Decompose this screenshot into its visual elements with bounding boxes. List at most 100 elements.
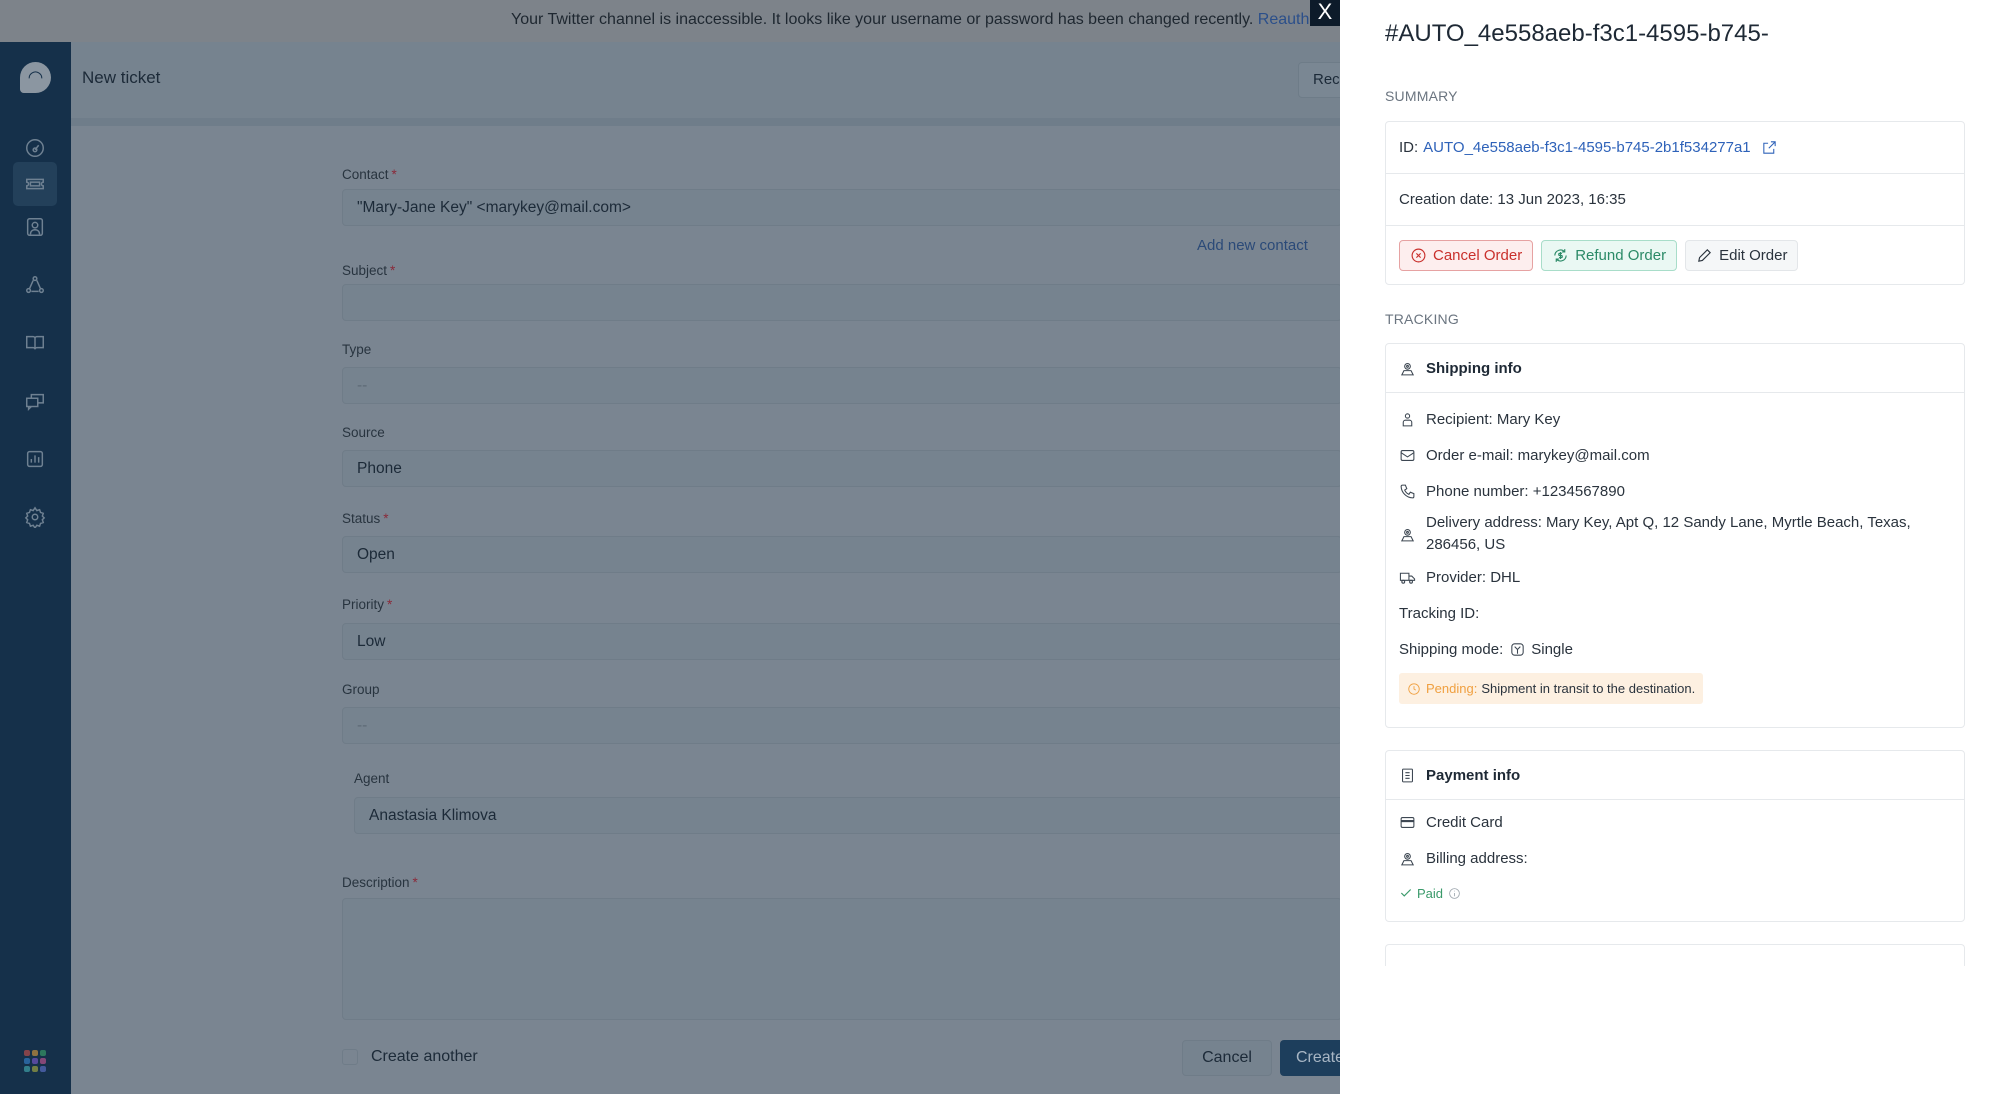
source-label: Source bbox=[342, 425, 385, 440]
tracking-id-row: Tracking ID: bbox=[1399, 604, 1480, 622]
create-button[interactable]: Create bbox=[1280, 1040, 1340, 1076]
order-actions: Cancel Order Refund Order Edit Order bbox=[1386, 226, 1964, 284]
payment-info-header: Payment info bbox=[1386, 751, 1964, 800]
apps-grid-icon[interactable] bbox=[24, 1050, 46, 1072]
location-person-icon bbox=[1400, 528, 1415, 541]
apps-dot bbox=[40, 1050, 46, 1056]
source-select[interactable]: Phone bbox=[342, 450, 1342, 487]
subject-label: Subject * bbox=[342, 263, 396, 278]
add-new-contact-link[interactable]: Add new contact bbox=[1197, 237, 1308, 254]
notification-banner: Your Twitter channel is inaccessible. It… bbox=[0, 0, 1340, 42]
recipient-row: Recipient: Mary Key bbox=[1386, 401, 1964, 437]
status-select[interactable]: Open bbox=[342, 536, 1342, 573]
chat-icon bbox=[26, 393, 44, 412]
create-another-label: Create another bbox=[371, 1048, 478, 1065]
group-select[interactable]: -- bbox=[342, 707, 1342, 744]
apps-dot bbox=[32, 1058, 38, 1064]
cancel-order-button[interactable]: Cancel Order bbox=[1399, 239, 1534, 271]
apps-dot bbox=[24, 1050, 30, 1056]
type-label: Type bbox=[342, 342, 372, 357]
banner-message: Your Twitter channel is inaccessible. It… bbox=[511, 11, 1254, 28]
contact-field[interactable]: "Mary-Jane Key" <marykey@mail.com> bbox=[342, 189, 1342, 226]
shipping-info-card: Shipping info Recipient: Mary Key Order … bbox=[1385, 343, 1965, 728]
location-person-icon bbox=[1400, 852, 1415, 865]
credit-card-icon bbox=[1400, 816, 1415, 828]
paid-status: Paid bbox=[1386, 876, 1964, 910]
email-row: Order e-mail: marykey@mail.com bbox=[1386, 437, 1964, 473]
priority-select[interactable]: Low bbox=[342, 623, 1342, 660]
summary-heading: SUMMARY bbox=[1385, 88, 1458, 104]
gauge-icon bbox=[26, 139, 44, 157]
sidebar-item-groups[interactable] bbox=[13, 263, 57, 307]
status-label: Status * bbox=[342, 511, 389, 526]
description-textarea[interactable] bbox=[342, 898, 1342, 1020]
payment-method-row: Credit Card bbox=[1386, 804, 1964, 840]
mail-icon bbox=[1400, 449, 1415, 461]
clock-icon bbox=[1408, 682, 1420, 695]
phone-row: Phone number: +1234567890 bbox=[1386, 473, 1964, 509]
receipt-icon bbox=[1402, 768, 1413, 782]
phone-icon bbox=[1400, 484, 1415, 498]
panel-footer bbox=[1340, 966, 2000, 1094]
truck-icon bbox=[1399, 572, 1416, 584]
sidebar-item-contacts[interactable] bbox=[13, 205, 57, 249]
summary-card: ID: AUTO_4e558aeb-f3c1-4595-b745-2b1f534… bbox=[1385, 121, 1965, 285]
apps-dot bbox=[32, 1066, 38, 1072]
edit-order-button[interactable]: Edit Order bbox=[1685, 239, 1799, 271]
person-icon bbox=[1402, 412, 1413, 426]
headset-icon[interactable]: ◠ bbox=[20, 62, 51, 93]
package-icon bbox=[1511, 642, 1524, 656]
page-title: New ticket bbox=[82, 68, 161, 87]
ticket-icon bbox=[26, 178, 44, 190]
apps-dot bbox=[24, 1058, 30, 1064]
tracking-heading: TRACKING bbox=[1385, 311, 1459, 327]
refund-icon bbox=[1554, 248, 1567, 262]
book-icon bbox=[26, 335, 44, 350]
sidebar-item-reports[interactable] bbox=[13, 437, 57, 481]
sidebar: ◠ bbox=[0, 42, 71, 1094]
sidebar-item-conversations[interactable] bbox=[13, 379, 57, 423]
apps-dot bbox=[24, 1066, 30, 1072]
shipping-info-header: Shipping info bbox=[1386, 344, 1964, 393]
contact-label: Contact * bbox=[342, 167, 397, 182]
sidebar-item-knowledge-base[interactable] bbox=[13, 321, 57, 365]
delivery-address-row: Delivery address: Mary Key, Apt Q, 12 Sa… bbox=[1386, 509, 1964, 559]
contact-icon bbox=[26, 218, 44, 236]
payment-info-card: Payment info Credit Card Billing address… bbox=[1385, 750, 1965, 922]
sidebar-item-tickets[interactable] bbox=[13, 162, 57, 206]
description-label: Description * bbox=[342, 875, 418, 890]
apps-dot bbox=[32, 1050, 38, 1056]
subject-field[interactable] bbox=[342, 284, 1342, 321]
creation-date: Creation date: 13 Jun 2023, 16:35 bbox=[1386, 174, 1964, 226]
cancel-circle-icon bbox=[1411, 248, 1426, 262]
type-select[interactable]: -- bbox=[342, 367, 1342, 404]
apps-dot bbox=[40, 1066, 46, 1072]
gear-icon bbox=[24, 506, 46, 528]
network-icon bbox=[26, 276, 44, 294]
order-details-panel: #AUTO_4e558aeb-f3c1-4595-b745- SUMMARY I… bbox=[1340, 0, 2000, 1094]
billing-address-row: Billing address: bbox=[1386, 840, 1964, 876]
panel-title: #AUTO_4e558aeb-f3c1-4595-b745- bbox=[1385, 20, 1769, 47]
priority-label: Priority * bbox=[342, 597, 393, 612]
order-id-link[interactable]: AUTO_4e558aeb-f3c1-4595-b745-2b1f534277a… bbox=[1423, 139, 1750, 156]
pencil-icon bbox=[1698, 248, 1712, 262]
agent-label: Agent bbox=[354, 771, 390, 786]
close-icon[interactable]: X bbox=[1310, 0, 1340, 26]
shipment-status-badge: Pending: Shipment in transit to the desti… bbox=[1399, 673, 1704, 704]
provider-row: Provider: DHL bbox=[1386, 559, 1964, 595]
location-person-icon bbox=[1400, 362, 1415, 375]
check-icon bbox=[1400, 889, 1412, 897]
chart-icon bbox=[26, 450, 44, 468]
agent-select[interactable]: Anastasia Klimova bbox=[354, 797, 1354, 834]
create-another-checkbox[interactable] bbox=[342, 1049, 358, 1065]
apps-dot bbox=[40, 1058, 46, 1064]
id-label: ID: bbox=[1399, 139, 1419, 156]
external-link-icon[interactable] bbox=[1761, 139, 1778, 156]
info-icon[interactable] bbox=[1448, 887, 1461, 900]
cancel-button[interactable]: Cancel bbox=[1182, 1040, 1272, 1076]
sidebar-item-settings[interactable] bbox=[13, 495, 57, 539]
group-label: Group bbox=[342, 682, 380, 697]
refund-order-button[interactable]: Refund Order bbox=[1541, 239, 1678, 271]
header-divider bbox=[71, 118, 1340, 126]
shipping-mode-row: Shipping mode: Single bbox=[1399, 640, 1573, 658]
